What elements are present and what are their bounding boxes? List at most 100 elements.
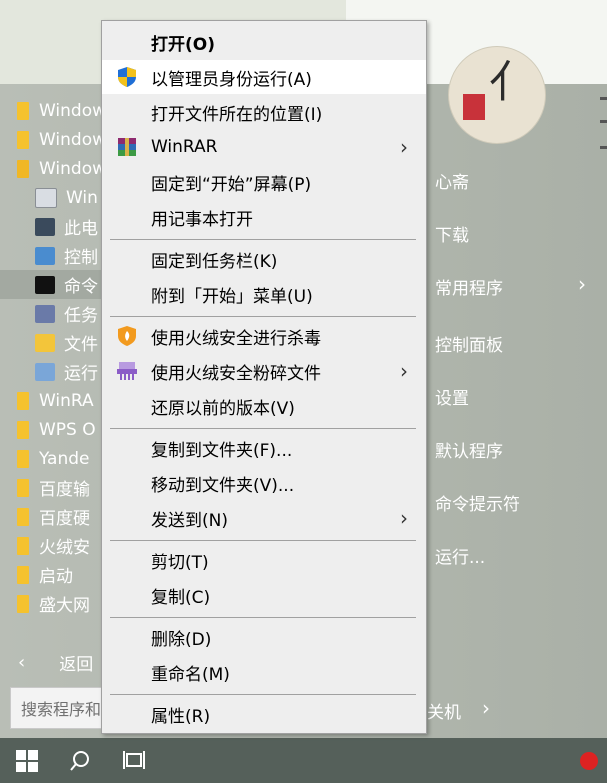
menu-item-restore-previous-versions[interactable]: 还原以前的版本(V) [102, 389, 426, 423]
app-label: 任务 [64, 306, 98, 326]
right-item-common-programs[interactable]: 常用程序 › [435, 272, 586, 299]
menu-item-label: 打开文件所在的位置(I) [151, 104, 323, 125]
menu-item-delete[interactable]: 删除(D) [102, 620, 426, 654]
scroll-mark [600, 97, 607, 100]
app-label: 火绒安 [39, 538, 90, 558]
menu-item-label: 重命名(M) [151, 664, 230, 685]
menu-item-huorong-scan[interactable]: 使用火绒安全进行杀毒 [102, 319, 426, 353]
menu-item-send-to[interactable]: 发送到(N) › [102, 501, 426, 535]
right-item-label: 默认程序 [435, 442, 503, 462]
app-folder-baidu-input[interactable]: 百度输 [0, 473, 110, 502]
tray-app-icon[interactable] [580, 752, 598, 770]
back-button[interactable]: ‹ 返回 [0, 648, 93, 676]
right-item-label: 设置 [435, 389, 469, 409]
app-label: 此电 [64, 219, 98, 239]
folder-icon [17, 594, 29, 613]
control-panel-icon [35, 246, 55, 265]
menu-item-label: 移动到文件夹(V)... [151, 475, 295, 496]
app-task-scheduler[interactable]: 任务 [0, 299, 110, 328]
menu-item-huorong-shred[interactable]: 使用火绒安全粉碎文件 › [102, 354, 426, 388]
menu-item-rename[interactable]: 重命名(M) [102, 655, 426, 689]
menu-item-open-with-notepad[interactable]: 用记事本打开 [102, 200, 426, 234]
winrar-icon [116, 136, 138, 158]
menu-item-open-file-location[interactable]: 打开文件所在的位置(I) [102, 95, 426, 129]
menu-separator [110, 617, 416, 618]
right-item-label: 常用程序 [435, 279, 503, 299]
menu-item-label: 使用火绒安全进行杀毒 [151, 328, 321, 349]
task-view-icon [123, 750, 145, 769]
app-this-pc[interactable]: 此电 [0, 212, 110, 241]
app-folder-shanda[interactable]: 盛大网 [0, 589, 110, 618]
start-button[interactable] [5, 738, 49, 783]
folder-icon [17, 536, 29, 555]
app-folder-huorong[interactable]: 火绒安 [0, 531, 110, 560]
right-item-command-prompt[interactable]: 命令提示符 [435, 490, 520, 515]
right-item-run[interactable]: 运行... [435, 543, 485, 568]
app-label: 百度硬 [39, 509, 90, 529]
menu-item-label: 删除(D) [151, 629, 212, 650]
search-button[interactable] [58, 738, 102, 783]
chevron-right-icon: › [400, 359, 408, 383]
menu-item-copy-to-folder[interactable]: 复制到文件夹(F)... [102, 431, 426, 465]
task-scheduler-icon [35, 304, 55, 323]
chevron-right-icon: › [400, 135, 408, 159]
windows-logo-icon [16, 749, 38, 772]
app-folder-wps[interactable]: WPS O [0, 415, 110, 444]
menu-item-label: 固定到任务栏(K) [151, 251, 278, 272]
menu-item-cut[interactable]: 剪切(T) [102, 543, 426, 577]
menu-item-label: 以管理员身份运行(A) [151, 69, 312, 90]
menu-item-label: 使用火绒安全粉碎文件 [151, 363, 321, 384]
menu-item-label: 用记事本打开 [151, 209, 253, 230]
folder-open-icon [17, 159, 29, 178]
shield-icon [116, 66, 138, 88]
app-file-explorer[interactable]: 文件 [0, 328, 110, 357]
right-item-xinzhai[interactable]: 心斋 [435, 168, 469, 193]
user-avatar[interactable]: ⺅ [448, 46, 546, 144]
menu-item-label: 打开(O) [151, 34, 215, 55]
menu-item-winrar[interactable]: WinRAR › [102, 130, 426, 164]
app-folder-baidu-hd[interactable]: 百度硬 [0, 502, 110, 531]
app-folder-windows-1[interactable]: Window [0, 96, 110, 125]
right-item-default-programs[interactable]: 默认程序 [435, 437, 503, 462]
app-win-settings[interactable]: Win [0, 183, 110, 212]
app-label: WinRA [39, 390, 94, 411]
app-label: 运行 [64, 364, 98, 384]
menu-item-copy[interactable]: 复制(C) [102, 578, 426, 612]
menu-item-pin-to-start-screen[interactable]: 固定到“开始”屏幕(P) [102, 165, 426, 199]
menu-item-label: 剪切(T) [151, 552, 209, 573]
app-folder-startup[interactable]: 启动 [0, 560, 110, 589]
right-item-control-panel[interactable]: 控制面板 [435, 331, 503, 356]
menu-item-label: 固定到“开始”屏幕(P) [151, 174, 312, 195]
chevron-right-icon: › [400, 506, 408, 530]
computer-icon [35, 217, 55, 236]
menu-separator [110, 540, 416, 541]
app-cmd[interactable]: 命令 [0, 270, 110, 299]
menu-item-open[interactable]: 打开(O) [102, 25, 426, 59]
app-label: Win [66, 187, 98, 208]
menu-item-pin-to-start-menu[interactable]: 附到「开始」菜单(U) [102, 277, 426, 311]
run-icon [35, 362, 55, 381]
app-folder-windows-2[interactable]: Window [0, 125, 110, 154]
task-view-button[interactable] [112, 738, 156, 783]
right-item-label: 控制面板 [435, 336, 503, 356]
app-label: Yande [39, 448, 90, 469]
app-folder-yandex[interactable]: Yande [0, 444, 110, 473]
power-label: 关机 [427, 703, 461, 723]
power-button[interactable]: 关机 › [427, 696, 490, 723]
folder-icon [17, 507, 29, 526]
menu-item-label: 复制到文件夹(F)... [151, 440, 293, 461]
app-control-panel[interactable]: 控制 [0, 241, 110, 270]
app-run[interactable]: 运行 [0, 357, 110, 386]
menu-item-move-to-folder[interactable]: 移动到文件夹(V)... [102, 466, 426, 500]
cmd-icon [35, 275, 55, 294]
menu-item-pin-to-taskbar[interactable]: 固定到任务栏(K) [102, 242, 426, 276]
scroll-mark [600, 120, 607, 123]
app-folder-winrar[interactable]: WinRA [0, 386, 110, 415]
avatar-calligraphy: ⺅ [489, 57, 533, 108]
menu-item-run-as-admin[interactable]: 以管理员身份运行(A) [102, 60, 426, 94]
app-folder-windows-3[interactable]: Window [0, 154, 110, 183]
right-item-downloads[interactable]: 下载 [435, 221, 469, 246]
right-item-settings[interactable]: 设置 [435, 384, 469, 409]
huorong-shield-icon [116, 325, 138, 347]
menu-item-properties[interactable]: 属性(R) [102, 697, 426, 731]
